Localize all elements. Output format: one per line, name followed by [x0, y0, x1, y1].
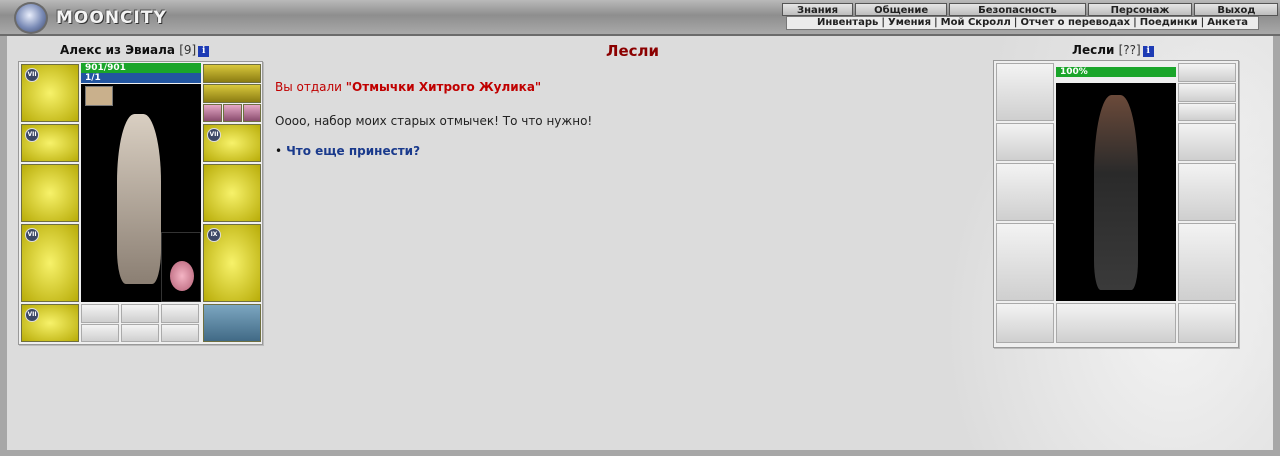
npc-dialog-title: Лесли: [606, 42, 660, 60]
player-avatar: [81, 84, 201, 302]
pet-slot[interactable]: [161, 232, 201, 302]
npc-speech: Оооо, набор моих старых отмычек! То что …: [275, 114, 593, 128]
earring-slot[interactable]: [1178, 83, 1236, 102]
item-level-badge: VII: [25, 308, 39, 322]
npc-name: Лесли: [1072, 43, 1115, 57]
helmet-slot[interactable]: [996, 63, 1054, 121]
player-title: Алекс из Эвиала [9] i: [60, 43, 210, 57]
armor-slot[interactable]: VII: [21, 224, 79, 302]
character-submenu: Инвентарь | Умения | Мой Скролл | Отчет о пере…: [786, 16, 1259, 30]
npc-avatar: [1056, 83, 1176, 301]
item-level-badge: IX: [207, 228, 221, 242]
npc-info-icon[interactable]: i: [1142, 46, 1154, 57]
submenu-my-scroll[interactable]: Мой Скролл: [941, 17, 1011, 28]
weapon-left-slot[interactable]: [21, 164, 79, 222]
submenu-transfer-report[interactable]: Отчет о переводах: [1020, 17, 1130, 28]
player-hp-bar: 901/901: [81, 63, 201, 73]
weapon-left-slot[interactable]: [996, 163, 1054, 221]
item-level-badge: VII: [207, 128, 221, 142]
menu-security[interactable]: Безопасность: [949, 3, 1086, 16]
menu-exit[interactable]: Выход: [1194, 3, 1279, 16]
rune-slot[interactable]: [1056, 303, 1176, 343]
item-given-name: "Отмычки Хитрого Жулика": [345, 80, 542, 94]
gloves-slot[interactable]: [1178, 123, 1236, 161]
bracers-slot[interactable]: [996, 123, 1054, 161]
ring-slot[interactable]: [203, 104, 222, 122]
weapon-right-slot[interactable]: [203, 164, 261, 222]
item-level-badge: VII: [25, 228, 39, 242]
npc-title: Лесли [??] i: [1072, 43, 1154, 57]
logo-text: MOONCITY: [56, 8, 167, 28]
ring-slot[interactable]: [121, 324, 159, 342]
reply-option-row: • Что еще принести?: [275, 144, 975, 158]
bracers-slot[interactable]: VII: [21, 124, 79, 162]
boots-slot[interactable]: [203, 304, 261, 342]
npc-figure: [1094, 95, 1138, 290]
item-level-badge: VII: [25, 128, 39, 142]
ring-slot[interactable]: [243, 104, 261, 122]
pet-icon: [170, 261, 194, 291]
ring-slot[interactable]: [161, 324, 199, 342]
helmet-slot[interactable]: VII: [21, 64, 79, 122]
leggings-slot[interactable]: [1178, 223, 1236, 301]
boots-slot[interactable]: [1178, 303, 1236, 343]
belt-slot[interactable]: VII: [21, 304, 79, 342]
reply-option-link[interactable]: Что еще принести?: [286, 144, 420, 158]
player-name: Алекс из Эвиала: [60, 43, 176, 57]
belt-slot[interactable]: [996, 303, 1054, 343]
npc-hp-bar: 100%: [1056, 67, 1176, 77]
submenu-profile[interactable]: Анкета: [1207, 17, 1248, 28]
armor-slot[interactable]: [996, 223, 1054, 301]
gloves-slot[interactable]: VII: [203, 124, 261, 162]
npc-level: [??]: [1118, 43, 1141, 57]
menu-character[interactable]: Персонаж: [1087, 3, 1193, 16]
leggings-slot[interactable]: IX: [203, 224, 261, 302]
npc-equipment-panel: 100%: [993, 60, 1239, 348]
mooncity-emblem-icon: [14, 2, 48, 34]
player-level: [9]: [179, 43, 197, 57]
submenu-inventory[interactable]: Инвентарь: [817, 17, 878, 28]
main-menu: Знания Общение Безопасность Персонаж Вых…: [782, 3, 1280, 16]
rune-slot[interactable]: [81, 304, 119, 323]
reply-bullet: •: [275, 144, 283, 158]
item-given-message: Вы отдали "Отмычки Хитрого Жулика": [275, 80, 975, 94]
item-given-prefix: Вы отдали: [275, 80, 346, 94]
player-info-icon[interactable]: i: [198, 46, 210, 57]
menu-knowledge[interactable]: Знания: [782, 3, 854, 16]
shield-slot[interactable]: [1178, 163, 1236, 221]
amulet-slot[interactable]: [203, 64, 261, 83]
top-bar: MOONCITY Знания Общение Безопасность Пер…: [0, 0, 1280, 36]
item-level-badge: VII: [25, 68, 39, 82]
submenu-skills[interactable]: Умения: [888, 17, 931, 28]
ring-slot[interactable]: [1178, 103, 1236, 121]
dialog-box: Вы отдали "Отмычки Хитрого Жулика" Оооо,…: [275, 80, 975, 158]
player-equipment-panel: VII VII VII VII 901/901 1/1 VII IX: [18, 61, 263, 345]
menu-communication[interactable]: Общение: [855, 3, 948, 16]
amulet-slot[interactable]: [1178, 63, 1236, 82]
buff-icon[interactable]: [85, 86, 113, 106]
player-figure: [117, 114, 161, 284]
player-mana-bar: 1/1: [81, 73, 201, 83]
rune-slot[interactable]: [161, 304, 199, 323]
rune-slot[interactable]: [121, 304, 159, 323]
ring-slot[interactable]: [223, 104, 242, 122]
ring-slot[interactable]: [81, 324, 119, 342]
submenu-duels[interactable]: Поединки: [1140, 17, 1198, 28]
earring-slot[interactable]: [203, 84, 261, 103]
